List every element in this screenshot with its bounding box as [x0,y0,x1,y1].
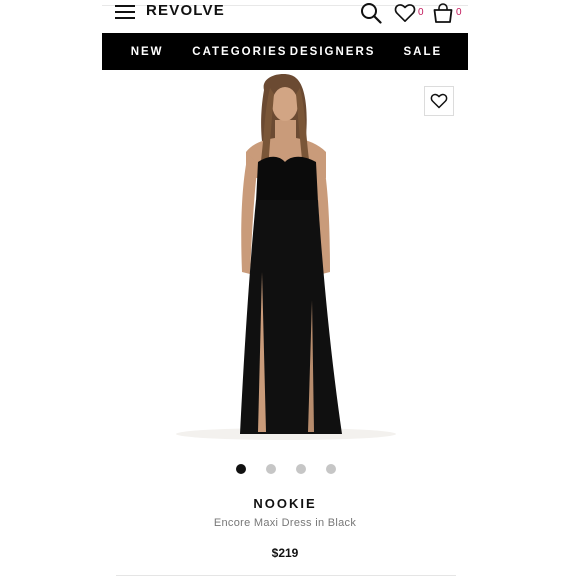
top-header: REVOLVE 0 0 [102,0,468,30]
hamburger-menu-icon[interactable] [115,4,135,20]
heart-outline-icon [430,93,448,109]
nav-item-categories[interactable]: CATEGORIES [192,33,287,70]
add-to-wishlist-button[interactable] [424,86,454,116]
carousel-dot-4[interactable] [326,464,336,474]
section-divider [116,575,456,576]
carousel-dot-2[interactable] [266,464,276,474]
shopping-bag-icon[interactable] [432,3,454,23]
product-image[interactable] [160,72,460,444]
nav-item-sale[interactable]: SALE [378,33,468,70]
bag-count: 0 [456,7,462,18]
model-photo [176,74,396,440]
category-nav-bar: NEW CATEGORIES DESIGNERS SALE [102,33,468,70]
brand-logo[interactable]: REVOLVE [146,2,225,19]
nav-item-new[interactable]: NEW [102,33,192,70]
image-carousel-dots [0,464,580,476]
carousel-dot-1[interactable] [236,464,246,474]
product-price: $219 [271,546,299,560]
carousel-dot-3[interactable] [296,464,306,474]
product-name: Encore Maxi Dress in Black [213,517,357,529]
product-brand[interactable]: NOOKIE [0,496,570,511]
search-icon[interactable] [360,2,382,24]
heart-icon[interactable] [394,3,416,23]
wishlist-count: 0 [418,7,424,18]
nav-item-designers[interactable]: DESIGNERS [287,33,377,70]
